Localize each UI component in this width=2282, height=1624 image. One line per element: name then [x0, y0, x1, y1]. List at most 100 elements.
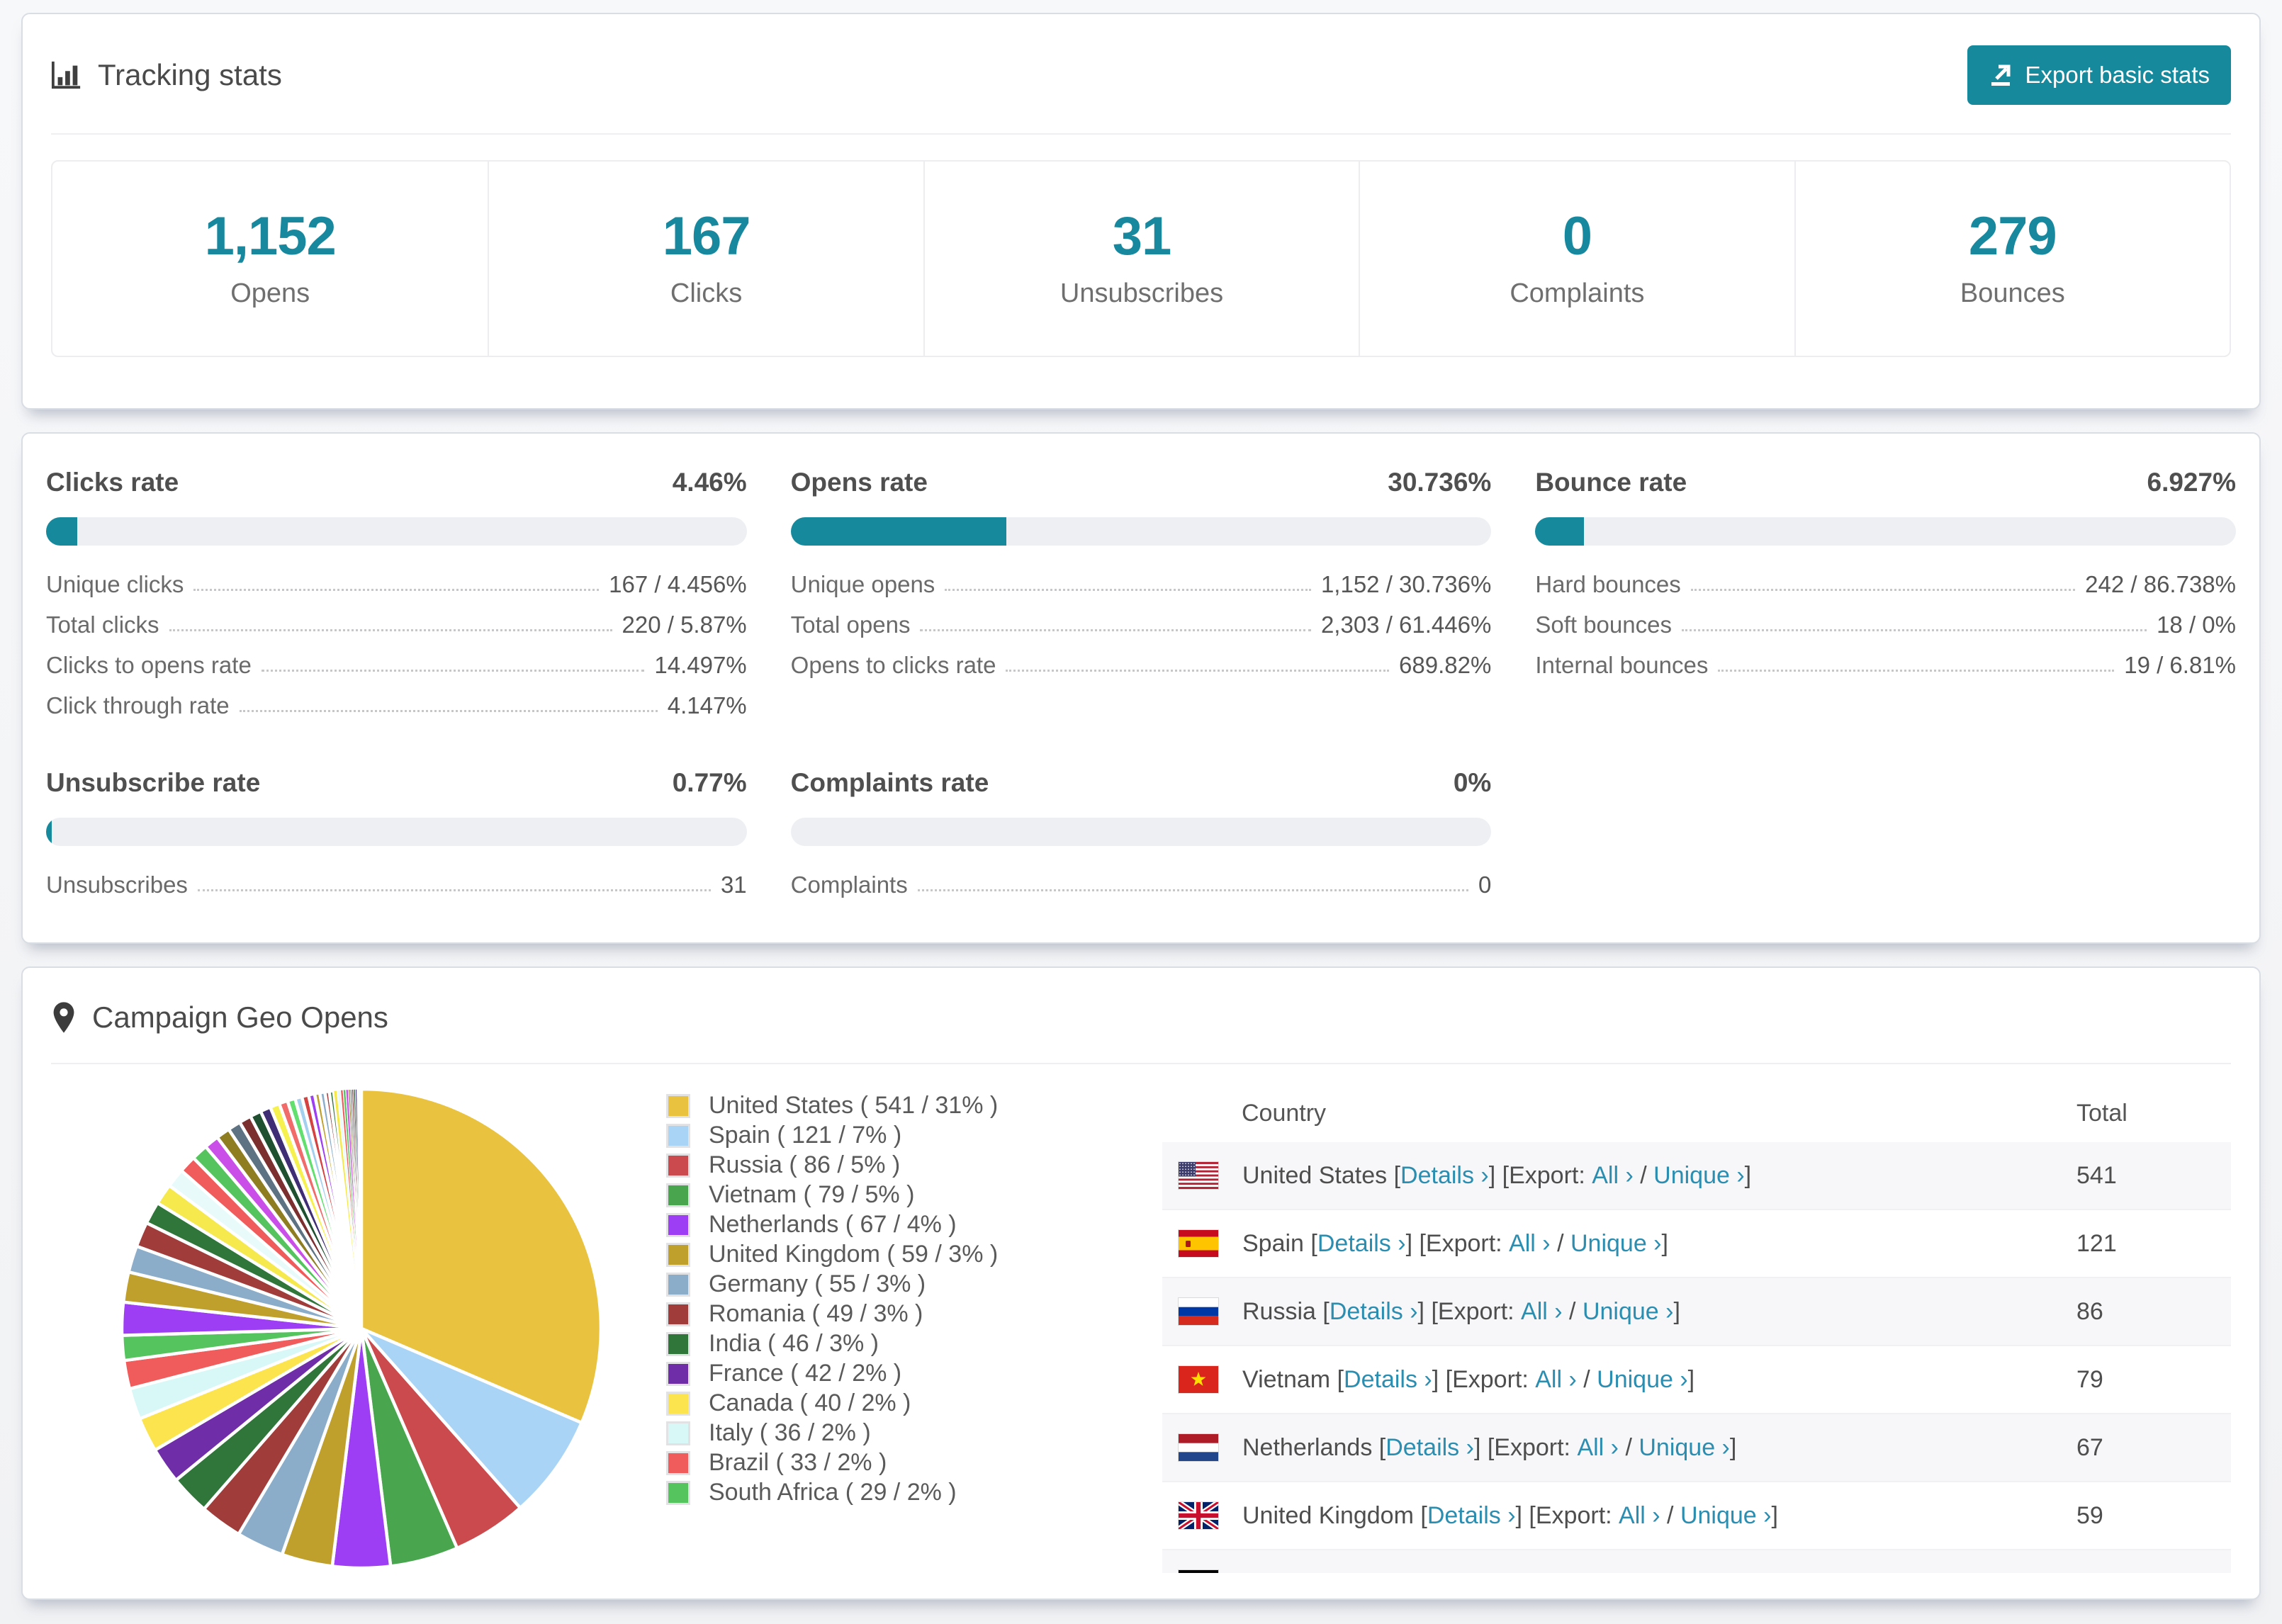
- legend-swatch-icon: [666, 1093, 690, 1118]
- rate-title: Complaints rate: [790, 768, 989, 797]
- dotted-leader: [239, 710, 658, 712]
- details-link[interactable]: Details ›: [1317, 1230, 1406, 1258]
- stat-value: 1,152: [204, 206, 337, 266]
- country-total: 79: [2076, 1365, 2103, 1393]
- rates-card: Clicks rate 4.46% Unique clicks 167 / 4.…: [21, 432, 2261, 944]
- legend-item-south-africa[interactable]: South Africa ( 29 / 2% ): [666, 1479, 1162, 1506]
- legend-label: United States ( 541 / 31% ): [709, 1092, 999, 1119]
- column-total: Total: [2076, 1099, 2128, 1127]
- legend-item-india[interactable]: India ( 46 / 3% ): [666, 1330, 1162, 1357]
- export-unique-link[interactable]: Unique ›: [1597, 1366, 1688, 1394]
- export-all-link[interactable]: All ›: [1521, 1298, 1563, 1326]
- legend-label: Brazil ( 33 / 2% ): [709, 1449, 887, 1476]
- metric-label: Hard bounces: [1535, 570, 1681, 597]
- legend-label: Italy ( 36 / 2% ): [709, 1419, 871, 1446]
- export-unique-link[interactable]: Unique ›: [1608, 1570, 1699, 1574]
- details-link[interactable]: Details ›: [1355, 1570, 1444, 1574]
- legend-item-canada[interactable]: Canada ( 40 / 2% ): [666, 1389, 1162, 1416]
- stat-label: Bounces: [1960, 278, 2065, 308]
- legend-item-spain[interactable]: Spain ( 121 / 7% ): [666, 1122, 1162, 1149]
- geo-divider: [51, 1063, 2231, 1064]
- metric-value: 2,303 / 61.446%: [1320, 611, 1492, 638]
- stat-opens: 1,152 Opens: [52, 162, 488, 356]
- metric-value: 689.82%: [1399, 651, 1492, 678]
- country-name: United Kingdom: [1242, 1501, 1414, 1529]
- geo-row-germany: Germany [ Details › ] [Export: All › / U…: [1162, 1550, 2231, 1573]
- export-all-link[interactable]: All ›: [1619, 1502, 1660, 1530]
- rate-head: Bounce rate 6.927%: [1535, 468, 2236, 497]
- dotted-leader: [1681, 629, 2147, 631]
- rate-percentage: 0.77%: [672, 768, 747, 797]
- export-all-link[interactable]: All ›: [1577, 1434, 1619, 1462]
- rate-rows: Unique opens 1,152 / 30.736% Total opens…: [791, 564, 1492, 685]
- summary-stats-grid: 1,152 Opens 167 Clicks 31 Unsubscribes 0…: [51, 160, 2231, 357]
- page-title: Tracking stats: [98, 58, 282, 91]
- dotted-leader: [1690, 589, 2076, 591]
- legend-swatch-icon: [666, 1331, 690, 1356]
- export-unique-link[interactable]: Unique ›: [1570, 1230, 1662, 1258]
- details-link[interactable]: Details ›: [1344, 1366, 1432, 1394]
- legend-swatch-icon: [666, 1212, 690, 1237]
- dotted-leader: [193, 589, 600, 591]
- geo-table-body: United States [ Details › ] [Export: All…: [1162, 1142, 2231, 1573]
- geo-section-title: Campaign Geo Opens: [92, 1000, 388, 1034]
- legend-item-france[interactable]: France ( 42 / 2% ): [666, 1360, 1162, 1387]
- geo-legend: United States ( 541 / 31% ) Spain ( 121 …: [666, 1084, 1162, 1577]
- geo-table: Country Total United States [ Details › …: [1162, 1084, 2231, 1573]
- legend-item-united-states[interactable]: United States ( 541 / 31% ): [666, 1092, 1162, 1119]
- metric-row-total-opens: Total opens 2,303 / 61.446%: [791, 604, 1492, 645]
- export-unique-link[interactable]: Unique ›: [1653, 1162, 1745, 1190]
- stat-unsubscribes: 31 Unsubscribes: [923, 162, 1359, 356]
- rate-head: Unsubscribe rate 0.77%: [46, 768, 747, 798]
- metric-label: Total opens: [790, 611, 911, 638]
- flag-us-icon: [1179, 1162, 1218, 1189]
- dotted-leader: [1718, 670, 2115, 672]
- country-total: 59: [2076, 1501, 2103, 1529]
- legend-item-brazil[interactable]: Brazil ( 33 / 2% ): [666, 1449, 1162, 1476]
- tracking-stats-card: Tracking stats Export basic stats 1,152 …: [21, 13, 2261, 410]
- rate-title: Opens rate: [790, 468, 928, 497]
- export-basic-stats-button[interactable]: Export basic stats: [1967, 45, 2231, 105]
- export-unique-link[interactable]: Unique ›: [1680, 1502, 1772, 1530]
- stat-value: 279: [1968, 206, 2057, 266]
- legend-item-russia[interactable]: Russia ( 86 / 5% ): [666, 1151, 1162, 1178]
- stat-value: 167: [662, 206, 751, 266]
- rate-head: Opens rate 30.736%: [791, 468, 1492, 497]
- metric-value: 18 / 0%: [2157, 611, 2236, 638]
- stat-label: Unsubscribes: [1060, 278, 1224, 308]
- country-name: Netherlands: [1242, 1433, 1373, 1461]
- legend-item-germany[interactable]: Germany ( 55 / 3% ): [666, 1270, 1162, 1297]
- rate-percentage: 30.736%: [1388, 468, 1492, 497]
- country-total: 67: [2076, 1433, 2103, 1461]
- progress-bar-track: [46, 517, 747, 546]
- metric-row-clicks-to-opens-rate: Clicks to opens rate 14.497%: [46, 645, 747, 685]
- dotted-leader: [917, 889, 1468, 891]
- export-unique-link[interactable]: Unique ›: [1639, 1434, 1730, 1462]
- export-unique-link[interactable]: Unique ›: [1583, 1298, 1674, 1326]
- metric-value: 0: [1478, 871, 1492, 898]
- progress-bar-track: [46, 818, 747, 846]
- metric-row-unique-opens: Unique opens 1,152 / 30.736%: [791, 564, 1492, 604]
- country-name: Russia: [1242, 1297, 1316, 1325]
- legend-item-italy[interactable]: Italy ( 36 / 2% ): [666, 1419, 1162, 1446]
- legend-label: Germany ( 55 / 3% ): [709, 1270, 926, 1297]
- stat-complaints: 0 Complaints: [1359, 162, 1794, 356]
- export-all-link[interactable]: All ›: [1535, 1366, 1577, 1394]
- details-link[interactable]: Details ›: [1400, 1162, 1489, 1190]
- rate-rows: Complaints 0: [791, 864, 1492, 905]
- details-link[interactable]: Details ›: [1386, 1434, 1474, 1462]
- export-all-link[interactable]: All ›: [1509, 1230, 1551, 1258]
- legend-item-romania[interactable]: Romania ( 49 / 3% ): [666, 1300, 1162, 1327]
- geo-pie-wrap: [57, 1084, 666, 1577]
- legend-item-united-kingdom[interactable]: United Kingdom ( 59 / 3% ): [666, 1241, 1162, 1268]
- legend-item-vietnam[interactable]: Vietnam ( 79 / 5% ): [666, 1181, 1162, 1208]
- rate-block-opens-rate: Opens rate 30.736% Unique opens 1,152 / …: [790, 468, 1492, 726]
- details-link[interactable]: Details ›: [1427, 1502, 1516, 1530]
- legend-label: India ( 46 / 3% ): [709, 1330, 879, 1357]
- export-all-link[interactable]: All ›: [1546, 1570, 1588, 1574]
- geo-title: Campaign Geo Opens: [51, 1000, 388, 1034]
- export-all-link[interactable]: All ›: [1592, 1162, 1634, 1190]
- rate-head: Complaints rate 0%: [791, 768, 1492, 798]
- details-link[interactable]: Details ›: [1330, 1298, 1418, 1326]
- legend-item-netherlands[interactable]: Netherlands ( 67 / 4% ): [666, 1211, 1162, 1238]
